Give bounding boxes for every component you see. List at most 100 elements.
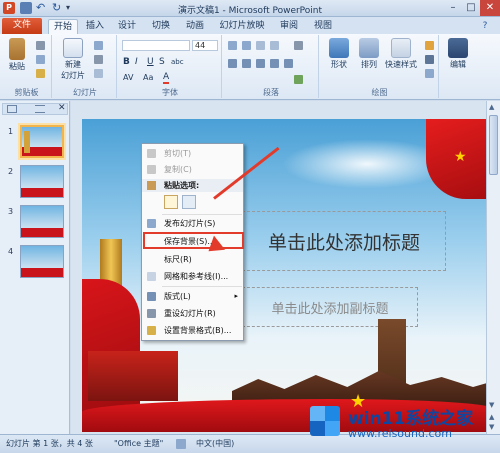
maximize-button[interactable]: □ (462, 0, 480, 16)
text-direction-icon[interactable] (294, 41, 303, 50)
shadow-button[interactable]: abc (171, 58, 184, 66)
slide-thumbnail[interactable] (20, 205, 64, 238)
tab-view[interactable]: 视图 (310, 19, 336, 34)
language-status[interactable]: 中文(中国) (196, 435, 234, 452)
new-slide-button[interactable]: 新建 幻灯片 (58, 38, 88, 81)
align-right-icon[interactable] (256, 59, 265, 68)
layout-icon[interactable] (94, 41, 103, 50)
new-slide-label-1: 新建 (65, 60, 81, 69)
layout-icon (147, 292, 156, 301)
paste-button[interactable]: 粘贴 (6, 38, 28, 72)
tab-insert[interactable]: 插入 (82, 19, 108, 34)
shape-fill-icon[interactable] (425, 41, 434, 50)
smartart-icon[interactable] (294, 75, 303, 84)
align-center-icon[interactable] (242, 59, 251, 68)
shape-outline-icon[interactable] (425, 55, 434, 64)
close-button[interactable]: ✕ (480, 0, 500, 16)
reset-slide-icon (147, 309, 156, 318)
drawing-group-label: 绘图 (371, 88, 388, 97)
increase-indent-icon[interactable] (270, 41, 279, 50)
ribbon: 粘贴 剪贴板 新建 幻灯片 幻灯片 44 B I U S abc AV Aa A… (0, 34, 500, 100)
help-icon[interactable]: ? (478, 19, 492, 34)
shape-effects-icon[interactable] (425, 69, 434, 78)
close-pane-icon[interactable]: ✕ (58, 103, 66, 113)
slide-thumbnail[interactable] (20, 245, 64, 278)
font-name-combo[interactable] (122, 40, 190, 51)
case-button[interactable]: Aa (143, 73, 153, 82)
shape-button[interactable]: 形状 (325, 38, 353, 70)
thumb-number-3: 3 (8, 207, 14, 216)
title-placeholder[interactable]: 单击此处添加标题 (242, 211, 446, 271)
tab-file[interactable]: 文件 (2, 18, 42, 34)
menu-item-ruler[interactable]: 标尺(R) (142, 253, 243, 266)
pane-tabs: ✕ (2, 103, 68, 115)
justify-icon[interactable] (270, 59, 279, 68)
scroll-up-icon[interactable]: ▲ (489, 103, 494, 111)
slide-editor: ★ 单击此处添加标题 单击此处添加副标题 ★ (71, 101, 494, 434)
slides-group: 新建 幻灯片 幻灯片 (54, 35, 117, 98)
slides-pane: ✕ 1 2 3 4 (0, 101, 70, 434)
paste-option-picture[interactable] (182, 195, 196, 209)
menu-item-format-background-label: 设置背景格式(B)... (164, 326, 232, 335)
copy-icon (147, 165, 156, 174)
slide-thumbnail[interactable] (20, 165, 64, 198)
quick-styles-button[interactable]: 快速样式 (383, 38, 419, 70)
paste-option-keep-formatting[interactable] (164, 195, 178, 209)
arrange-icon (359, 38, 379, 58)
menu-item-reset-label: 重设幻灯片(R) (164, 309, 216, 318)
shape-icon (329, 38, 349, 58)
drawing-group: 形状 排列 快速样式 绘图 (321, 35, 439, 98)
bold-button[interactable]: B (123, 57, 130, 67)
numbering-icon[interactable] (242, 41, 251, 50)
vertical-scrollbar[interactable]: ▲ ▼ ▲ ▼ (486, 101, 500, 434)
format-painter-icon[interactable] (36, 69, 45, 78)
arrange-button[interactable]: 排列 (355, 38, 383, 70)
outline-tab-icon[interactable] (35, 105, 45, 113)
menu-item-copy[interactable]: 复制(C) (142, 163, 243, 176)
reset-icon[interactable] (94, 55, 103, 64)
slides-group-label: 幻灯片 (73, 88, 97, 97)
tab-home[interactable]: 开始 (48, 19, 78, 34)
bullets-icon[interactable] (228, 41, 237, 50)
spacing-button[interactable]: AV (123, 73, 133, 82)
tab-design[interactable]: 设计 (114, 19, 140, 34)
align-left-icon[interactable] (228, 59, 237, 68)
font-size-combo[interactable]: 44 (192, 40, 218, 51)
slides-tab-icon[interactable] (7, 105, 17, 113)
grid-icon (147, 272, 156, 281)
copy-icon[interactable] (36, 55, 45, 64)
spellcheck-icon[interactable] (176, 439, 186, 449)
menu-item-publish-label: 发布幻灯片(S) (164, 219, 216, 228)
slide-thumbnail[interactable] (20, 125, 64, 158)
menu-item-layout-label: 版式(L) (164, 292, 191, 301)
menu-item-format-background[interactable]: 设置背景格式(B)... (142, 324, 243, 337)
paste-label: 粘贴 (9, 62, 25, 71)
minimize-button[interactable]: – (444, 0, 462, 16)
subtitle-placeholder-text: 单击此处添加副标题 (271, 301, 389, 317)
decrease-indent-icon[interactable] (256, 41, 265, 50)
tab-review[interactable]: 审阅 (276, 19, 302, 34)
editing-group: 编辑 (441, 35, 475, 98)
tab-animations[interactable]: 动画 (182, 19, 208, 34)
tab-slideshow[interactable]: 幻灯片放映 (218, 19, 266, 34)
star-icon: ★ (454, 149, 467, 165)
italic-button[interactable]: I (135, 57, 138, 67)
tab-transitions[interactable]: 切换 (148, 19, 174, 34)
paragraph-group: 段落 (224, 35, 319, 98)
menu-item-layout[interactable]: 版式(L) ▸ (142, 290, 243, 303)
columns-icon[interactable] (284, 59, 293, 68)
font-color-button[interactable]: A (163, 72, 170, 84)
menu-item-grid-guides[interactable]: 网格和参考线(I)... (142, 270, 243, 283)
watermark-logo: win11系统之家 www.relsound.com (306, 400, 500, 453)
menu-item-reset-slide[interactable]: 重设幻灯片(R) (142, 307, 243, 320)
paste-icon (9, 38, 25, 60)
watermark-url: www.relsound.com (348, 427, 452, 440)
menu-item-cut[interactable]: 剪切(T) (142, 147, 243, 160)
menu-item-publish-slides[interactable]: 发布幻灯片(S) (142, 217, 243, 230)
section-icon[interactable] (94, 69, 103, 78)
editing-button[interactable]: 编辑 (444, 38, 472, 70)
scroll-thumb[interactable] (489, 115, 498, 175)
underline-button[interactable]: U (147, 57, 154, 67)
strike-button[interactable]: S (159, 57, 165, 67)
cut-icon[interactable] (36, 41, 45, 50)
